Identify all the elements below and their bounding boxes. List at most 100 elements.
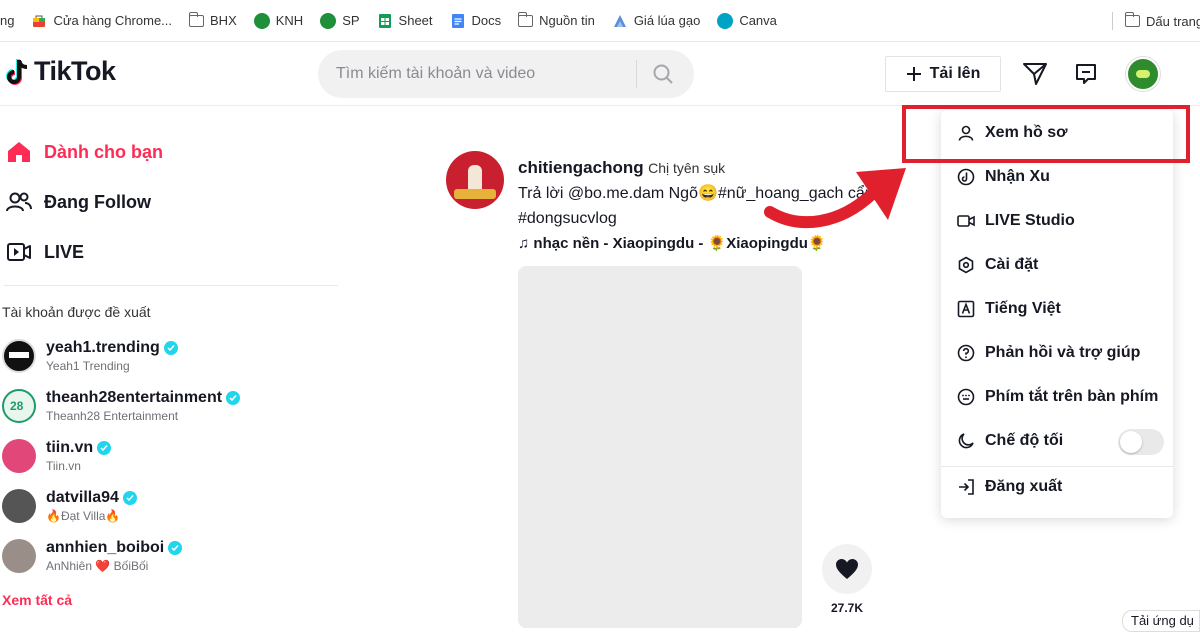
language-icon xyxy=(957,300,975,318)
logo-text: TikTok xyxy=(34,56,116,86)
bookmark-item[interactable]: BHX xyxy=(188,11,237,28)
nav-label: Dành cho bạn xyxy=(44,141,164,162)
account-subtitle: Tiin.vn xyxy=(46,459,81,473)
account-subtitle: 🔥Đạt Villa🔥 xyxy=(46,509,121,523)
settings-icon xyxy=(957,256,975,274)
verified-icon xyxy=(168,541,183,555)
menu-language[interactable]: Tiếng Việt xyxy=(957,300,1061,318)
menu-label: Nhận Xu xyxy=(985,168,1050,185)
nav-live[interactable]: LIVE xyxy=(0,227,84,277)
bookmark-label: KNH xyxy=(275,13,304,28)
bookmarks-bar: ng Cửa hàng Chrome... BHX KNH SP Sheet D… xyxy=(0,0,1200,42)
dark-mode-toggle[interactable] xyxy=(1118,429,1164,455)
profile-dropdown-menu: Xem hồ sơ Nhận Xu LIVE Studio Cài đặt Ti… xyxy=(941,110,1173,518)
canva-icon xyxy=(717,12,734,29)
chart-icon xyxy=(613,14,626,27)
docs-icon xyxy=(451,13,464,28)
account-subtitle: Yeah1 Trending xyxy=(46,359,130,373)
bookmark-folder-right[interactable]: Dấu trang xyxy=(1112,0,1200,42)
account-name: theanh28entertainment xyxy=(46,389,223,406)
bookmark-label: Docs xyxy=(471,13,502,28)
bookmark-label: Nguồn tin xyxy=(539,13,595,28)
tiktok-logo[interactable]: TikTok xyxy=(6,56,116,87)
keyboard-icon xyxy=(957,388,975,406)
suggested-accounts-title: Tài khoản được đề xuất xyxy=(2,304,151,320)
nav-label: LIVE xyxy=(44,241,85,262)
folder-icon xyxy=(1124,12,1140,27)
highlight-box xyxy=(902,105,1190,163)
like-button[interactable] xyxy=(822,544,872,594)
profile-avatar[interactable] xyxy=(1126,57,1160,91)
live-icon xyxy=(7,243,31,261)
bookmark-item[interactable]: Cửa hàng Chrome... xyxy=(31,13,172,29)
menu-feedback-help[interactable]: Phản hồi và trợ giúp xyxy=(957,344,1140,362)
bookmark-label: ng xyxy=(0,13,15,28)
account-name: annhien_boiboi xyxy=(46,539,165,556)
bookmark-item[interactable]: SP xyxy=(320,12,360,29)
nav-following[interactable]: Đang Follow xyxy=(0,177,151,227)
suggested-account[interactable]: 28 theanh28entertainment Theanh28 Entert… xyxy=(2,389,241,423)
post-nickname: Chị tyên sụk xyxy=(648,160,726,176)
suggested-account[interactable]: datvilla94 🔥Đạt Villa🔥 xyxy=(2,489,137,523)
bookmark-item[interactable]: Sheet xyxy=(377,13,433,29)
menu-label: LIVE Studio xyxy=(985,212,1075,229)
bookmark-item[interactable]: ng xyxy=(0,13,14,28)
get-app-button[interactable]: Tải ứng dụ xyxy=(1122,610,1200,632)
nav-label: Đang Follow xyxy=(44,191,151,212)
suggested-account[interactable]: tiin.vn Tiin.vn xyxy=(2,439,112,473)
search-bar[interactable]: Tìm kiếm tài khoản và video xyxy=(318,50,694,98)
bookmark-label: SP xyxy=(342,13,360,28)
verified-icon xyxy=(226,391,241,405)
suggested-account[interactable]: yeah1.trending Yeah1 Trending xyxy=(2,339,178,373)
menu-label: Đăng xuất xyxy=(985,478,1063,495)
nav-for-you[interactable]: Dành cho bạn xyxy=(0,127,163,177)
menu-dark-mode[interactable]: Chế độ tối xyxy=(957,432,1063,450)
bookmark-item[interactable]: KNH xyxy=(253,12,304,29)
sidebar-divider xyxy=(4,285,338,286)
menu-keyboard-shortcuts[interactable]: Phím tắt trên bàn phím xyxy=(957,388,1158,406)
folder-icon xyxy=(517,11,534,27)
avatar xyxy=(2,439,36,473)
menu-settings[interactable]: Cài đặt xyxy=(957,256,1038,274)
bookmark-item[interactable]: Nguồn tin xyxy=(517,11,595,28)
bookmark-item[interactable]: Canva xyxy=(717,12,777,29)
menu-label: Cài đặt xyxy=(985,256,1039,273)
bookmark-item[interactable]: Docs xyxy=(450,13,502,29)
search-input[interactable]: Tìm kiếm tài khoản và video xyxy=(336,65,636,83)
menu-logout[interactable]: Đăng xuất xyxy=(957,478,1062,496)
search-button[interactable] xyxy=(637,63,689,85)
post-author-avatar[interactable] xyxy=(446,151,504,209)
tiktok-note-icon xyxy=(6,58,28,85)
menu-divider xyxy=(941,466,1173,467)
chrome-store-icon xyxy=(33,15,46,27)
avatar xyxy=(2,539,36,573)
menu-label: Phản hồi và trợ giúp xyxy=(985,344,1141,361)
avatar: 28 xyxy=(2,389,36,423)
upload-button[interactable]: Tải lên xyxy=(885,56,1001,92)
logout-icon xyxy=(957,478,975,496)
menu-live-studio[interactable]: LIVE Studio xyxy=(957,212,1075,230)
inbox-icon[interactable] xyxy=(1074,62,1098,86)
bookmark-label: Dấu trang xyxy=(1146,13,1200,29)
account-name: tiin.vn xyxy=(46,439,94,456)
live-studio-icon xyxy=(957,212,975,230)
help-icon xyxy=(957,344,975,362)
bookmark-item[interactable]: Giá lúa gạo xyxy=(612,13,700,29)
see-all-link[interactable]: Xem tất cả xyxy=(2,592,72,608)
send-message-icon[interactable] xyxy=(1022,62,1048,86)
verified-icon xyxy=(163,341,178,355)
post-username[interactable]: chitiengachong xyxy=(518,158,644,177)
account-name: yeah1.trending xyxy=(46,339,160,356)
bookmark-label: Sheet xyxy=(398,13,433,28)
suggested-account[interactable]: annhien_boiboi AnNhiên ❤️ BốiBối xyxy=(2,539,183,573)
people-icon xyxy=(6,192,32,212)
bookmark-divider xyxy=(1112,12,1113,30)
green-circle-icon xyxy=(253,12,270,29)
menu-label: Tiếng Việt xyxy=(985,300,1061,317)
heart-icon xyxy=(836,559,858,579)
sheets-icon xyxy=(378,13,391,28)
menu-get-coins[interactable]: Nhận Xu xyxy=(957,168,1050,186)
green-circle-icon xyxy=(320,12,337,29)
account-subtitle: AnNhiên ❤️ BốiBối xyxy=(46,559,149,573)
video-player[interactable] xyxy=(518,266,802,628)
